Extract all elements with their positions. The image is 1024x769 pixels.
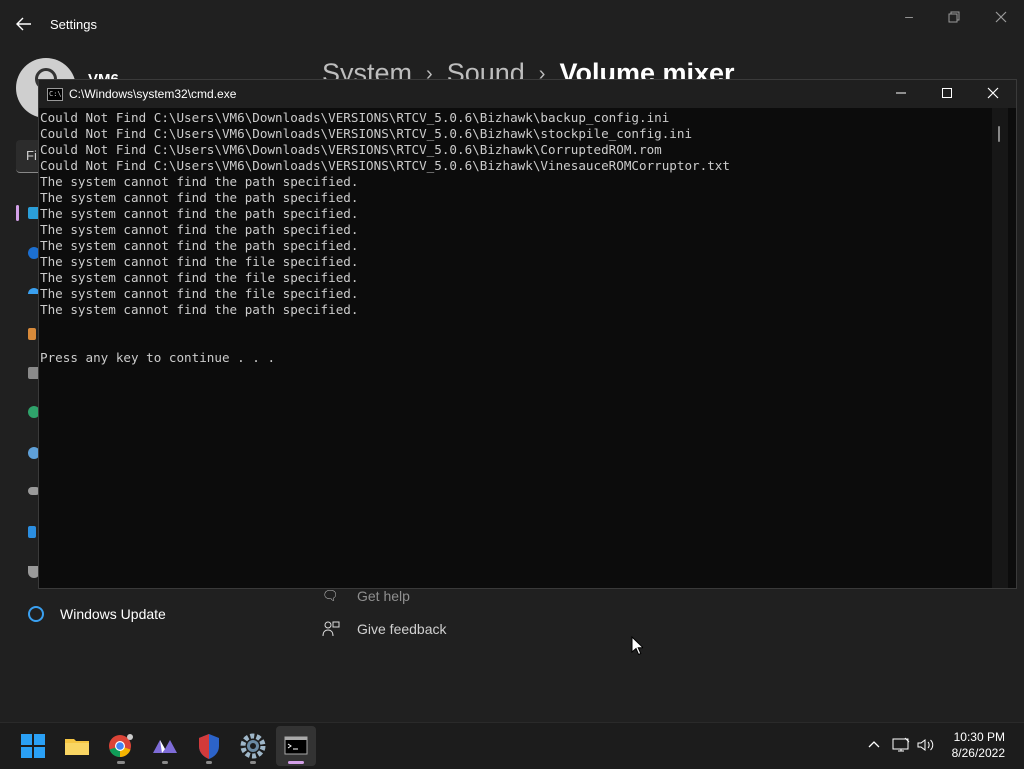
console-line: The system cannot find the path specifie… xyxy=(40,302,359,317)
running-indicator xyxy=(206,761,212,764)
running-indicator xyxy=(162,761,168,764)
start-icon[interactable] xyxy=(18,731,48,761)
console-line: Could Not Find C:\Users\VM6\Downloads\VE… xyxy=(40,158,730,173)
settings-gear-icon[interactable] xyxy=(238,731,268,761)
get-help-label: Get help xyxy=(357,588,410,604)
mouse-pointer-icon xyxy=(631,635,645,656)
app-purple-icon[interactable] xyxy=(150,731,180,761)
volume-icon[interactable] xyxy=(917,737,935,753)
console-line: The system cannot find the path specifie… xyxy=(40,174,359,189)
terminal-icon[interactable] xyxy=(276,726,316,766)
personalization-icon[interactable] xyxy=(28,328,36,340)
cmd-app-icon: C:\ xyxy=(47,88,63,101)
settings-close-button[interactable] xyxy=(985,8,1017,26)
chevron-up-icon[interactable] xyxy=(865,737,883,753)
console-output[interactable]: Could Not Find C:\Users\VM6\Downloads\VE… xyxy=(39,110,995,588)
app-shield-icon[interactable] xyxy=(194,731,224,761)
cmd-window-title: C:\Windows\system32\cmd.exe xyxy=(69,87,237,101)
console-line: The system cannot find the file specifie… xyxy=(40,286,359,301)
nav-selection-indicator xyxy=(16,205,19,221)
cmd-minimize-button[interactable] xyxy=(878,80,924,108)
console-line: Could Not Find C:\Users\VM6\Downloads\VE… xyxy=(40,142,662,157)
feedback-icon xyxy=(322,621,340,637)
settings-restore-button[interactable] xyxy=(938,8,970,26)
console-line: The system cannot find the file specifie… xyxy=(40,270,359,285)
taskbar: 10:30 PM 8/26/2022 xyxy=(0,722,1024,769)
cmd-window[interactable]: C:\ C:\Windows\system32\cmd.exe Could No… xyxy=(38,79,1017,589)
back-arrow-icon[interactable] xyxy=(12,12,36,36)
console-line: Press any key to continue . . . xyxy=(40,350,276,365)
give-feedback-link[interactable]: Give feedback xyxy=(322,617,462,641)
cmd-close-button[interactable] xyxy=(970,80,1016,108)
give-feedback-label: Give feedback xyxy=(357,621,447,637)
console-line: The system cannot find the path specifie… xyxy=(40,238,359,253)
windows-update-icon xyxy=(28,606,44,622)
console-line: The system cannot find the file specifie… xyxy=(40,254,359,269)
running-indicator xyxy=(117,761,125,764)
clock-time[interactable]: 10:30 PM xyxy=(940,730,1005,744)
scrollbar-thumb[interactable] xyxy=(998,126,1000,142)
console-line: Could Not Find C:\Users\VM6\Downloads\VE… xyxy=(40,126,693,141)
help-icon: 🗨 xyxy=(322,588,339,603)
console-line: Could Not Find C:\Users\VM6\Downloads\VE… xyxy=(40,110,670,125)
cmd-titlebar[interactable]: C:\ C:\Windows\system32\cmd.exe xyxy=(39,80,1016,108)
chrome-icon[interactable] xyxy=(106,731,136,761)
settings-app-title: Settings xyxy=(50,17,97,32)
find-setting-placeholder: Fi xyxy=(26,148,37,163)
console-line: The system cannot find the path specifie… xyxy=(40,190,359,205)
clock-date[interactable]: 8/26/2022 xyxy=(940,746,1005,760)
console-line: The system cannot find the path specifie… xyxy=(40,206,359,221)
console-line: The system cannot find the path specifie… xyxy=(40,222,359,237)
console-scrollbar[interactable] xyxy=(992,108,1008,588)
active-indicator xyxy=(288,761,304,764)
file-explorer-icon[interactable] xyxy=(62,731,92,761)
accessibility-icon[interactable] xyxy=(28,526,36,538)
settings-minimize-button[interactable]: – xyxy=(893,8,925,26)
network-tray-icon[interactable] xyxy=(892,737,910,753)
cmd-maximize-button[interactable] xyxy=(924,80,970,108)
sidebar-item-windows-update[interactable]: Windows Update xyxy=(16,600,296,628)
sidebar-item-label: Windows Update xyxy=(60,606,166,622)
running-indicator xyxy=(250,761,256,764)
